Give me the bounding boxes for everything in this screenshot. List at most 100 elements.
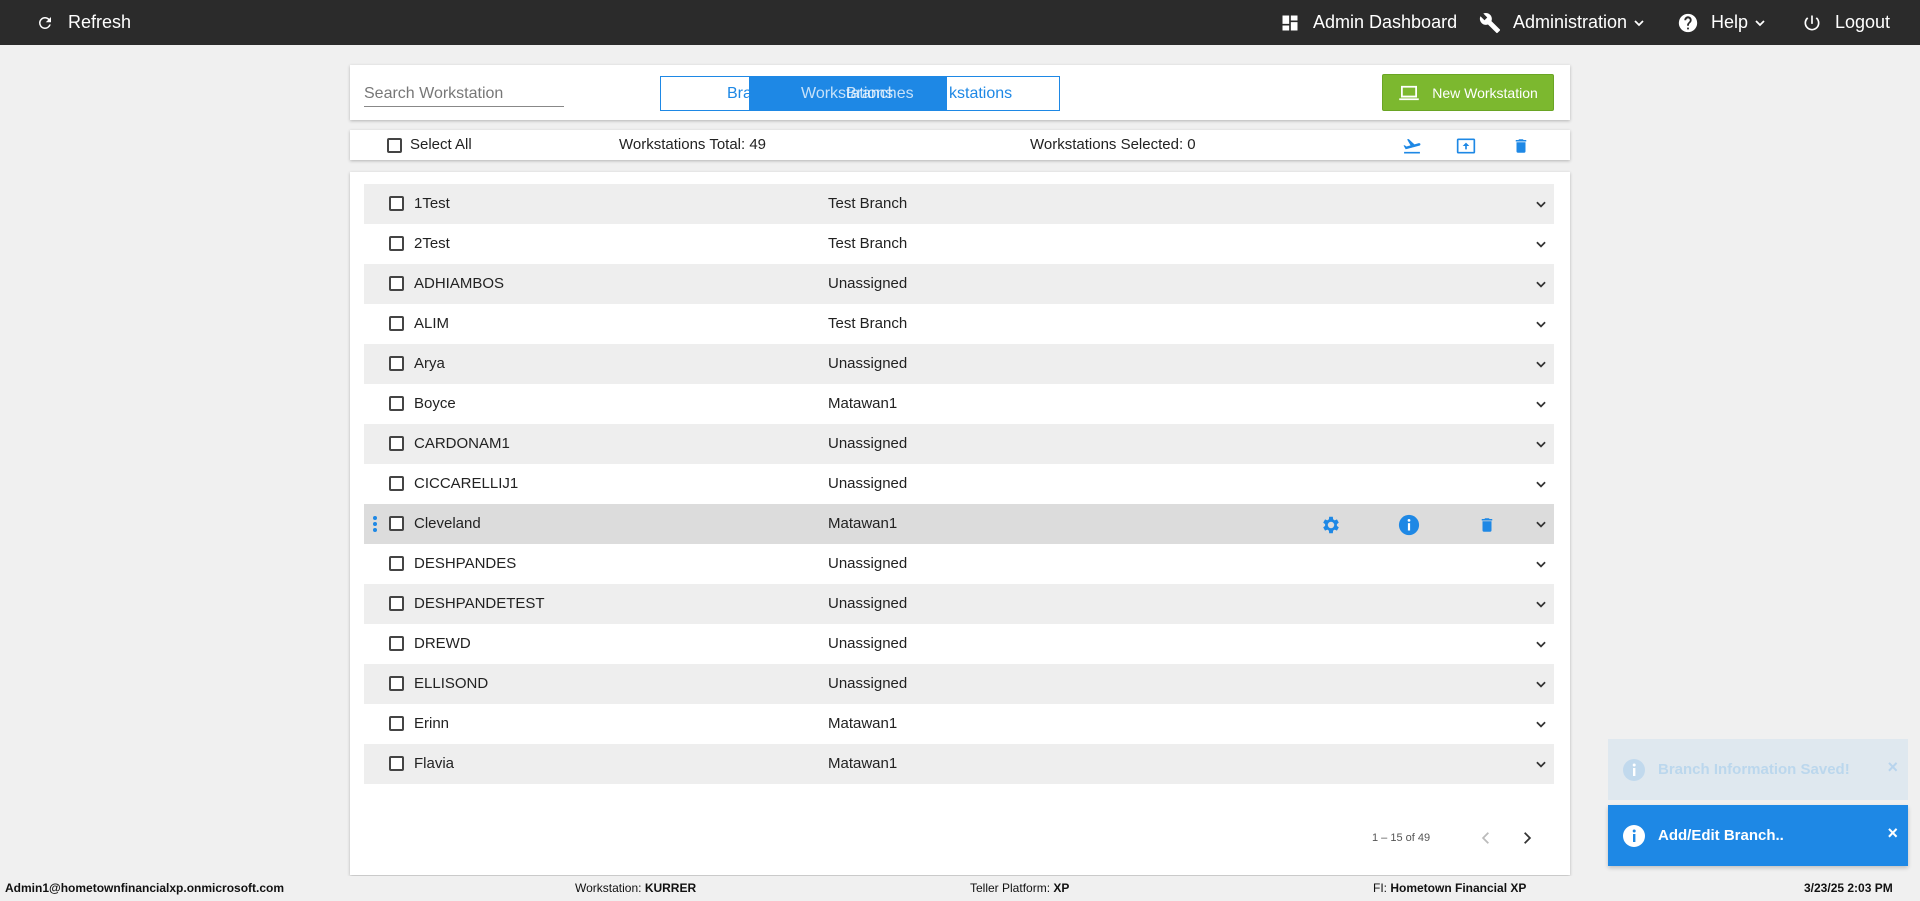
workstation-branch: Matawan1: [828, 715, 898, 732]
dashboard-icon: [1279, 12, 1301, 34]
table-row[interactable]: DREWD Unassigned: [364, 624, 1554, 664]
row-checkbox[interactable]: [389, 636, 404, 651]
toast-add-edit-branch: Add/Edit Branch.. ×: [1608, 805, 1908, 866]
chevron-down-icon[interactable]: [1534, 277, 1550, 293]
table-row[interactable]: CARDONAM1 Unassigned: [364, 424, 1554, 464]
refresh-button[interactable]: Refresh: [34, 0, 131, 45]
chevron-down-icon[interactable]: [1534, 677, 1550, 693]
row-checkbox[interactable]: [389, 676, 404, 691]
row-checkbox[interactable]: [389, 436, 404, 451]
chevron-down-icon[interactable]: [1534, 237, 1550, 253]
admin-dashboard-label: Admin Dashboard: [1313, 12, 1458, 32]
workstations-selected: Workstations Selected: 0: [1030, 136, 1196, 153]
toast-branch-saved: Branch Information Saved! ×: [1608, 739, 1908, 800]
row-checkbox[interactable]: [389, 316, 404, 331]
gear-icon[interactable]: [1320, 514, 1342, 536]
close-icon[interactable]: ×: [1887, 823, 1898, 844]
workstation-branch: Matawan1: [828, 395, 898, 412]
workstation-name: 1Test: [414, 195, 450, 212]
row-checkbox[interactable]: [389, 396, 404, 411]
top-navigation-bar: Refresh Admin Dashboard Administration H…: [0, 0, 1920, 45]
workstation-branch: Test Branch: [828, 195, 908, 212]
table-row[interactable]: ELLISOND Unassigned: [364, 664, 1554, 704]
table-row[interactable]: DESHPANDES Unassigned: [364, 544, 1554, 584]
chevron-down-icon[interactable]: [1534, 557, 1550, 573]
chevron-down-icon[interactable]: [1534, 317, 1550, 333]
row-checkbox[interactable]: [389, 476, 404, 491]
table-row[interactable]: DESHPANDETEST Unassigned: [364, 584, 1554, 624]
workstation-branch: Unassigned: [828, 475, 908, 492]
row-checkbox[interactable]: [389, 276, 404, 291]
table-row[interactable]: CICCARELLIJ1 Unassigned: [364, 464, 1554, 504]
view-toggle: Bra kstations Workstations Branches: [660, 76, 1060, 111]
table-row[interactable]: Boyce Matawan1: [364, 384, 1554, 424]
row-checkbox[interactable]: [389, 516, 404, 531]
chevron-down-icon[interactable]: [1534, 437, 1550, 453]
wrench-icon: [1479, 12, 1501, 34]
help-menu[interactable]: Help: [1677, 0, 1766, 45]
new-workstation-button[interactable]: New Workstation: [1382, 74, 1554, 111]
workstation-branch: Unassigned: [828, 675, 908, 692]
administration-label: Administration: [1513, 12, 1628, 32]
status-user-value: Admin1@hometownfinancialxp.onmicrosoft.c…: [5, 881, 285, 895]
table-row[interactable]: Flavia Matawan1: [364, 744, 1554, 784]
status-platform-value: XP: [1053, 881, 1070, 895]
chevron-down-icon[interactable]: [1534, 397, 1550, 413]
chevron-down-icon[interactable]: [1534, 357, 1550, 373]
row-checkbox[interactable]: [389, 716, 404, 731]
info-icon[interactable]: [1398, 514, 1420, 536]
close-icon[interactable]: ×: [1887, 757, 1898, 778]
row-checkbox[interactable]: [389, 756, 404, 771]
select-all-checkbox[interactable]: [387, 138, 402, 153]
table-row[interactable]: ALIM Test Branch: [364, 304, 1554, 344]
trash-icon[interactable]: [1476, 514, 1498, 536]
help-label: Help: [1711, 12, 1749, 32]
tab-slider-text: Branches: [846, 85, 914, 102]
chevron-down-icon[interactable]: [1534, 637, 1550, 653]
chevron-down-icon[interactable]: [1534, 717, 1550, 733]
search-workstation-input[interactable]: [364, 81, 564, 107]
row-checkbox[interactable]: [389, 596, 404, 611]
chevron-down-icon[interactable]: [1534, 517, 1550, 533]
workstation-name: Cleveland: [414, 515, 481, 532]
table-row[interactable]: ADHIAMBOS Unassigned: [364, 264, 1554, 304]
drag-handle-icon[interactable]: [372, 515, 378, 533]
table-row[interactable]: 2Test Test Branch: [364, 224, 1554, 264]
workstation-branch: Unassigned: [828, 635, 908, 652]
chevron-down-icon[interactable]: [1534, 757, 1550, 773]
administration-menu[interactable]: Administration: [1479, 0, 1645, 45]
status-teller-platform: Teller Platform: XP: [970, 876, 1069, 901]
logout-label: Logout: [1835, 12, 1891, 32]
workstation-name: ELLISOND: [414, 675, 489, 692]
next-page-button[interactable]: [1515, 826, 1539, 850]
logout-button[interactable]: Logout: [1801, 0, 1890, 45]
row-checkbox[interactable]: [389, 556, 404, 571]
table-row[interactable]: 1Test Test Branch: [364, 184, 1554, 224]
chevron-down-icon[interactable]: [1534, 477, 1550, 493]
laptop-icon: [1399, 85, 1419, 100]
status-platform-label: Teller Platform:: [970, 881, 1051, 895]
chevron-down-icon: [1754, 17, 1766, 29]
table-row[interactable]: Cleveland Matawan1: [364, 504, 1554, 544]
status-workstation-label: Workstation:: [575, 881, 642, 895]
airplane-takeoff-icon[interactable]: [1401, 135, 1423, 157]
chevron-down-icon[interactable]: [1534, 197, 1550, 213]
workstations-total: Workstations Total: 49: [619, 136, 767, 153]
row-checkbox[interactable]: [389, 356, 404, 371]
row-checkbox[interactable]: [389, 236, 404, 251]
row-checkbox[interactable]: [389, 196, 404, 211]
trash-icon[interactable]: [1510, 135, 1532, 157]
table-row[interactable]: Erinn Matawan1: [364, 704, 1554, 744]
workstation-name: Erinn: [414, 715, 450, 732]
tab-workstations[interactable]: kstations: [949, 77, 1012, 110]
chevron-down-icon[interactable]: [1534, 597, 1550, 613]
workstation-branch: Unassigned: [828, 595, 908, 612]
upload-icon[interactable]: [1455, 135, 1477, 157]
table-row[interactable]: Arya Unassigned: [364, 344, 1554, 384]
new-workstation-label: New Workstation: [1432, 84, 1538, 101]
workstation-branch: Unassigned: [828, 355, 908, 372]
workstation-name: ADHIAMBOS: [414, 275, 505, 292]
workstation-header-card: Bra kstations Workstations Branches New …: [350, 65, 1570, 120]
admin-dashboard-link[interactable]: Admin Dashboard: [1279, 0, 1457, 45]
previous-page-button[interactable]: [1474, 826, 1498, 850]
